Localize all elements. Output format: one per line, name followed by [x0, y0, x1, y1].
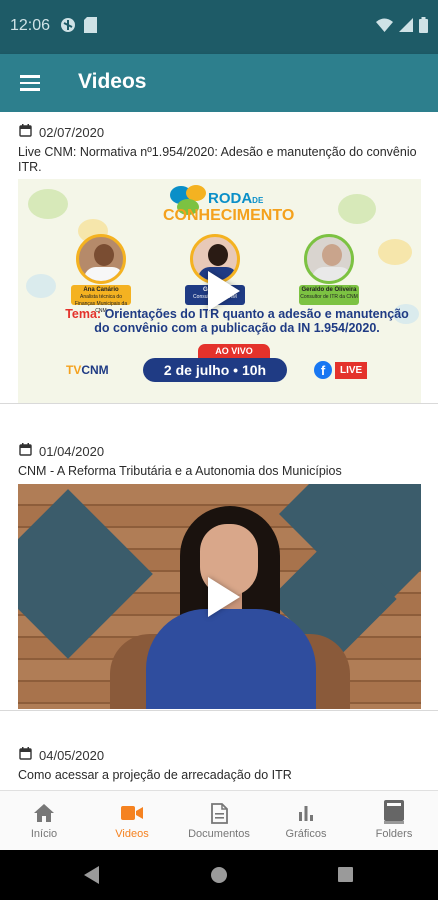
live-label: AO VIVO [198, 344, 270, 358]
tab-folders[interactable]: Folders [368, 791, 420, 851]
video-date-text: 01/04/2020 [39, 443, 105, 459]
calendar-icon [19, 124, 32, 140]
hamburger-menu-icon[interactable] [14, 68, 46, 98]
wifi-icon [376, 18, 393, 37]
event-date: 2 de julho • 10h [143, 358, 287, 382]
tab-label: Início [30, 828, 58, 840]
video-card[interactable]: 04/05/2020 Como acessar a projeção de ar… [0, 710, 438, 790]
status-right-icons [376, 17, 428, 38]
video-date: 02/07/2020 [19, 124, 104, 140]
speaker-photo [76, 234, 126, 284]
home-icon [33, 802, 55, 824]
tab-graficos[interactable]: Gráficos [282, 791, 330, 851]
decorative-bubble [378, 239, 412, 265]
videocam-icon [121, 802, 143, 824]
video-title[interactable]: Como acessar a projeção de arrecadação d… [18, 768, 418, 783]
video-date: 04/05/2020 [19, 747, 104, 763]
thumbnail-topic: Tema: Orientações do ITR quanto a adesão… [65, 307, 409, 335]
book-icon [383, 800, 405, 824]
tab-documentos[interactable]: Documentos [184, 791, 254, 851]
tab-label: Documentos [188, 828, 250, 840]
video-title[interactable]: CNM - A Reforma Tributária e a Autonomia… [18, 464, 418, 479]
tab-label: Gráficos [285, 828, 327, 840]
vpn-icon [60, 17, 76, 38]
tab-videos[interactable]: Videos [108, 791, 156, 851]
recents-icon[interactable] [338, 867, 353, 887]
home-button-icon[interactable] [211, 867, 227, 888]
video-title[interactable]: Live CNM: Normativa nº1.954/2020: Adesão… [18, 145, 418, 175]
video-date-text: 04/05/2020 [39, 747, 105, 763]
calendar-icon [19, 443, 32, 459]
tab-label: Videos [115, 828, 149, 840]
tv-cnm-logo: TVCNM [66, 363, 109, 377]
speaker-label: Geraldo de Oliveira Consultor de ITR da … [299, 285, 359, 305]
decorative-bubble [28, 189, 68, 219]
speaker-label: Ana Canário Analista técnica do Finanças… [71, 285, 131, 314]
speaker-photo [304, 234, 354, 284]
brand-subtitle: CONHECIMENTO [163, 207, 295, 224]
play-icon[interactable] [208, 577, 240, 617]
video-list[interactable]: 02/07/2020 Live CNM: Normativa nº1.954/2… [0, 112, 438, 790]
calendar-icon [19, 747, 32, 763]
battery-icon [419, 17, 428, 38]
video-date-text: 02/07/2020 [39, 124, 105, 140]
bottom-navigation: Início Videos Documentos Gráficos Folder… [0, 790, 438, 850]
facebook-icon: f [314, 361, 332, 379]
brand-title: RODADE [208, 190, 264, 207]
decorative-bubble [338, 194, 376, 224]
page-title: Videos [78, 70, 147, 93]
back-icon[interactable] [84, 866, 100, 889]
signal-icon [399, 18, 413, 37]
document-icon [210, 802, 228, 824]
tab-inicio[interactable]: Início [22, 791, 66, 851]
app-bar: Videos [0, 54, 438, 112]
facebook-live-badge: f LIVE [314, 361, 368, 379]
system-navigation-bar [0, 850, 438, 900]
status-bar: 12:06 [0, 0, 438, 54]
video-thumbnail[interactable]: RODADE CONHECIMENTO Ana Canário Analista… [18, 179, 421, 403]
video-card[interactable]: 02/07/2020 Live CNM: Normativa nº1.954/2… [0, 112, 438, 404]
presenter-body [146, 609, 316, 709]
sim-icon [84, 17, 97, 38]
tab-label: Folders [375, 828, 413, 840]
video-thumbnail[interactable] [18, 484, 421, 709]
video-card[interactable]: 01/04/2020 CNM - A Reforma Tributária e … [0, 404, 438, 709]
decorative-bubble [26, 274, 56, 298]
play-icon[interactable] [208, 271, 240, 311]
status-time: 12:06 [10, 17, 51, 34]
video-date: 01/04/2020 [19, 443, 104, 459]
bar-chart-icon [298, 802, 314, 824]
status-left-icons [60, 17, 97, 38]
